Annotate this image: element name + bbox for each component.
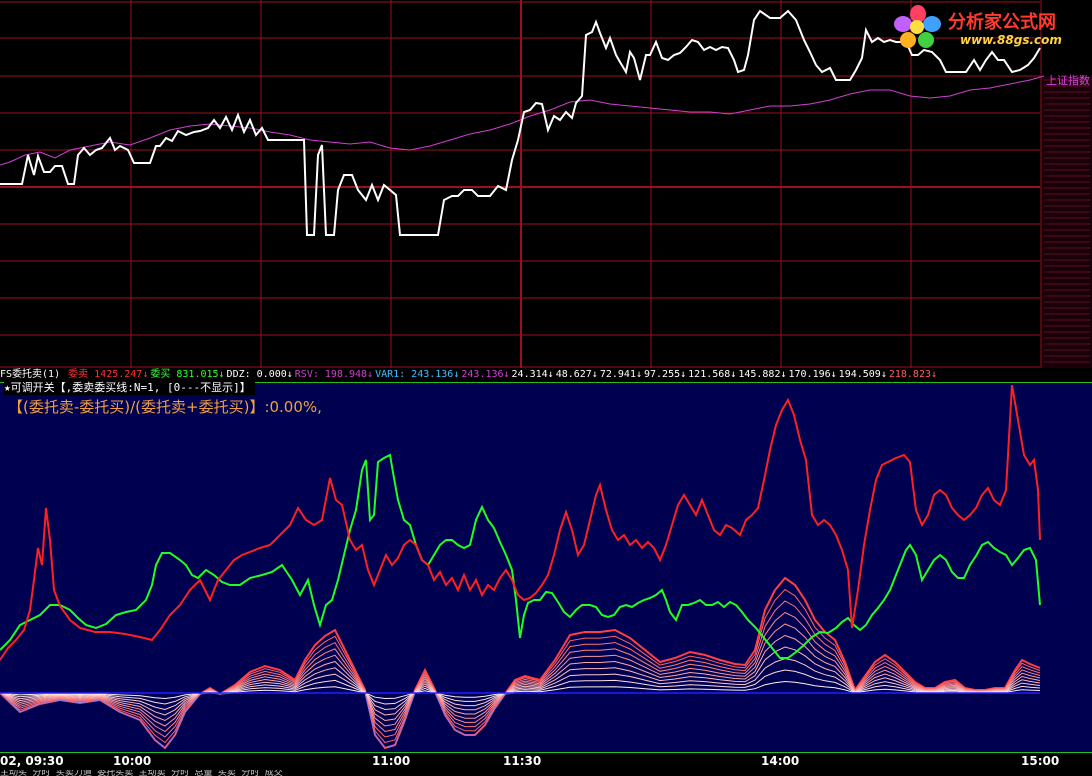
indicator-item-2: DDZ: 0.000↓ (226, 369, 293, 380)
indicator-item-9: 97.255↓ (644, 369, 687, 380)
indicator-item-8: 72.941↓ (599, 369, 642, 380)
indicator-item-7: 48.627↓ (555, 369, 598, 380)
indicator-item-10: 121.568↓ (688, 369, 737, 380)
indicator-item-11: 145.882↓ (738, 369, 787, 380)
status-strip[interactable]: 主动买 分时 买卖力道 委托买卖 主动卖 分时 总量 买卖 分时 成交 (0, 770, 1092, 776)
indicator-items: 委卖 1425.247↓ 委买 831.015↓ DDZ: 0.000↓ RSV: 1… (68, 369, 939, 380)
formula-readout: 【(委托卖-委托买)/(委托卖+委托买)】:0.00%, (8, 398, 322, 416)
indicator-value-bar: FS委托卖(1) 委卖 1425.247↓ 委买 831.015↓ DDZ: 0.0… (0, 368, 1092, 382)
time-label-1400: 14:00 (761, 754, 800, 768)
indicator-item-4: VAR1: 243.136↓ (375, 369, 460, 380)
site-logo[interactable]: 分析家公式网 www.88gs.com (890, 2, 1090, 52)
indicator-item-0: 委卖 1425.247↓ (68, 369, 149, 380)
time-label-0930: 02, 09:30 (0, 754, 64, 768)
indicator-name[interactable]: FS委托卖(1) (0, 369, 60, 380)
index-name-label: 上证指数 (1046, 74, 1090, 87)
logo-url: www.88gs.com (960, 33, 1062, 47)
time-label-1130: 11:30 (503, 754, 542, 768)
indicator-item-5: 243.136↓ (461, 369, 510, 380)
index-scale-area (1042, 76, 1092, 368)
indicator-item-13: 194.509↓ (838, 369, 887, 380)
indicator-panel-bg (0, 382, 1092, 753)
time-label-1100: 11:00 (372, 754, 411, 768)
indicator-item-14: 218.823↓ (888, 369, 938, 380)
stock-chart-window: 分析家公式网 www.88gs.com 上证指数 FS委托卖(1) 委卖 142… (0, 0, 1092, 776)
time-label-1000: 10:00 (113, 754, 152, 768)
price-panel-bg (0, 0, 1092, 368)
indicator-item-6: 24.314↓ (511, 369, 554, 380)
logo-title: 分析家公式网 (948, 12, 1056, 33)
time-label-1500: 15:00 (1021, 754, 1060, 768)
param-line[interactable]: ★可调开关【,委卖委买线:N=1, [0---不显示]】 (4, 381, 255, 395)
indicator-item-3: RSV: 198.948↓ (294, 369, 374, 380)
flower-logo-icon (894, 5, 941, 48)
indicator-item-1: 委买 831.015↓ (150, 369, 225, 380)
indicator-item-12: 170.196↓ (788, 369, 837, 380)
